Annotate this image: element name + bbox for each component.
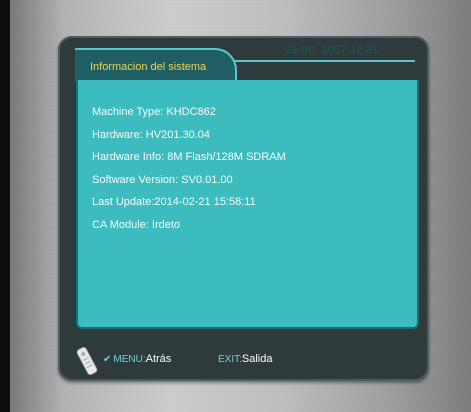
menu-back-hint[interactable]: ✔ MENU:Atrás xyxy=(103,353,171,365)
info-last-update: Last Update:2014-02-21 15:58:11 xyxy=(92,196,256,208)
exit-action-label: Salida xyxy=(241,353,273,365)
info-hardware: Hardware: HV201.30.04 xyxy=(92,128,211,141)
info-machine-type: Machine Type: KHDC862 xyxy=(92,106,216,118)
remote-control-icon xyxy=(76,346,98,376)
clock-date: 2007.12.31 xyxy=(321,44,379,56)
info-ca-module: CA Module: Irdeto xyxy=(92,218,181,231)
exit-hint[interactable]: EXIT:Salida xyxy=(218,353,272,365)
info-software-version: Software Version: SV0.01.00 xyxy=(92,173,233,186)
exit-key-label: EXIT xyxy=(218,354,240,365)
menu-action-label: Atrás xyxy=(145,353,172,365)
menu-key-label: MENU xyxy=(113,354,143,365)
clock-time: 21:00 xyxy=(286,44,315,56)
header-divider xyxy=(233,60,415,62)
info-hardware-info: Hardware Info: 8M Flash/128M SDRAM xyxy=(92,151,286,163)
page-title: Informacion del sistema xyxy=(90,61,207,73)
clock: 21:00 2007.12.31 xyxy=(286,44,386,56)
checkmark-icon: ✔ xyxy=(103,354,112,365)
screen-edge xyxy=(0,0,10,412)
system-info-list: Machine Type: KHDC862 Hardware: HV201.30… xyxy=(92,104,286,239)
